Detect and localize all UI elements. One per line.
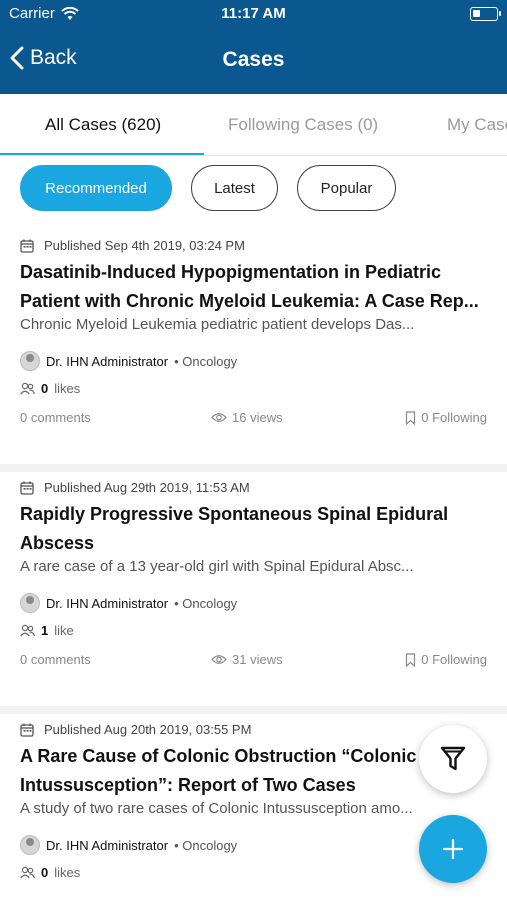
- case-title[interactable]: A Rare Cause of Colonic Obstruction “Col…: [20, 742, 420, 800]
- author-specialty: • Oncology: [174, 595, 238, 611]
- top-bar: Carrier 11:17 AM Back Cases: [0, 0, 507, 94]
- case-meta: 0 comments 31 views 0 Following: [20, 652, 487, 670]
- comments-link[interactable]: 0 comments: [20, 410, 91, 425]
- status-time: 11:17 AM: [221, 5, 286, 22]
- case-author[interactable]: Dr. IHN Administrator • Oncology: [20, 351, 237, 371]
- likes-number: 0: [41, 865, 49, 880]
- case-card[interactable]: Published Aug 29th 2019, 11:53 AM Rapidl…: [0, 472, 507, 714]
- filter-popular-button[interactable]: Popular: [297, 165, 396, 211]
- active-tab-indicator: [0, 153, 204, 155]
- avatar: [20, 593, 40, 613]
- filter-recommended-button[interactable]: Recommended: [20, 165, 172, 211]
- views-text: 16 views: [232, 410, 283, 425]
- case-author[interactable]: Dr. IHN Administrator • Oncology: [20, 593, 237, 613]
- tab-all-cases[interactable]: All Cases (620): [45, 115, 161, 135]
- battery-icon: [470, 7, 501, 21]
- eye-icon: [211, 655, 227, 664]
- likes-count[interactable]: 0 likes: [20, 381, 80, 396]
- case-summary: A study of two rare cases of Colonic Int…: [20, 800, 413, 817]
- calendar-icon: [20, 239, 34, 253]
- case-card[interactable]: Published Sep 4th 2019, 03:24 PM Dasatin…: [0, 230, 507, 472]
- avatar: [20, 835, 40, 855]
- filter-latest-button[interactable]: Latest: [191, 165, 278, 211]
- follow-button[interactable]: 0 Following: [405, 410, 487, 425]
- published-text: Published Sep 4th 2019, 03:24 PM: [44, 238, 245, 253]
- tab-my-cases[interactable]: My Cases: [447, 115, 507, 135]
- case-summary: Chronic Myeloid Leukemia pediatric patie…: [20, 316, 415, 333]
- people-icon: [20, 382, 35, 395]
- author-name: Dr. IHN Administrator: [46, 353, 169, 369]
- follow-button[interactable]: 0 Following: [405, 652, 487, 667]
- published-text: Published Aug 20th 2019, 03:55 PM: [44, 722, 252, 737]
- case-title[interactable]: Rapidly Progressive Spontaneous Spinal E…: [20, 500, 490, 558]
- author-specialty: • Oncology: [174, 837, 238, 853]
- bookmark-icon: [406, 652, 416, 667]
- funnel-icon: [440, 746, 466, 771]
- page-title: Cases: [222, 48, 285, 71]
- plus-icon: [442, 838, 464, 860]
- views-count: 31 views: [211, 652, 283, 667]
- avatar: [20, 351, 40, 371]
- sort-filter-chips: Recommended Latest Popular: [0, 164, 507, 212]
- comments-link[interactable]: 0 comments: [20, 652, 91, 667]
- published-date: Published Aug 20th 2019, 03:55 PM: [20, 722, 251, 737]
- eye-icon: [211, 413, 227, 422]
- author-specialty: • Oncology: [174, 353, 238, 369]
- status-bar: Carrier 11:17 AM: [0, 0, 507, 28]
- likes-number: 0: [41, 381, 49, 396]
- author-name: Dr. IHN Administrator: [46, 837, 169, 853]
- likes-label: like: [54, 623, 74, 638]
- case-tabs: All Cases (620) Following Cases (0) My C…: [0, 94, 507, 156]
- following-text: 0 Following: [421, 652, 487, 667]
- nav-bar: Back Cases: [0, 38, 507, 82]
- people-icon: [20, 624, 35, 637]
- add-case-button[interactable]: [419, 815, 487, 883]
- calendar-icon: [20, 481, 34, 495]
- published-text: Published Aug 29th 2019, 11:53 AM: [44, 480, 250, 495]
- likes-label: likes: [54, 381, 81, 396]
- views-text: 31 views: [232, 652, 283, 667]
- likes-label: likes: [54, 865, 81, 880]
- case-author[interactable]: Dr. IHN Administrator • Oncology: [20, 835, 237, 855]
- tab-following-cases[interactable]: Following Cases (0): [228, 115, 378, 135]
- case-meta: 0 comments 16 views 0 Following: [20, 410, 487, 428]
- likes-count[interactable]: 0 likes: [20, 865, 80, 880]
- author-name: Dr. IHN Administrator: [46, 595, 169, 611]
- calendar-icon: [20, 723, 34, 737]
- case-summary: A rare case of a 13 year-old girl with S…: [20, 558, 414, 575]
- views-count: 16 views: [211, 410, 283, 425]
- filter-button[interactable]: [419, 725, 487, 793]
- published-date: Published Aug 29th 2019, 11:53 AM: [20, 480, 250, 495]
- people-icon: [20, 866, 35, 879]
- likes-number: 1: [41, 623, 49, 638]
- likes-count[interactable]: 1 like: [20, 623, 74, 638]
- following-text: 0 Following: [421, 410, 487, 425]
- published-date: Published Sep 4th 2019, 03:24 PM: [20, 238, 245, 253]
- case-title[interactable]: Dasatinib-Induced Hypopigmentation in Pe…: [20, 258, 490, 316]
- bookmark-icon: [406, 410, 416, 425]
